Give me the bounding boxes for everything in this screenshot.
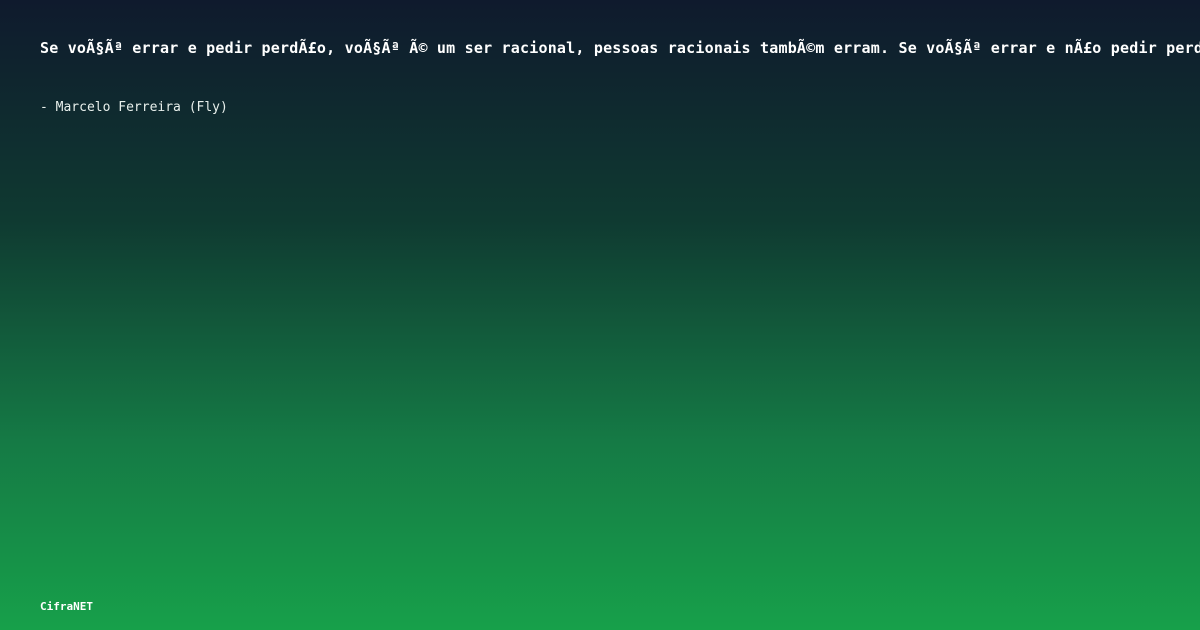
quote-text: Se voÃ§Ãª errar e pedir perdÃ£o, voÃ§Ãª … bbox=[40, 39, 1200, 57]
quote-card: Se voÃ§Ãª errar e pedir perdÃ£o, voÃ§Ãª … bbox=[0, 0, 1200, 630]
brand-name: CifraNET bbox=[40, 600, 93, 613]
quote-author: - Marcelo Ferreira (Fly) bbox=[40, 100, 228, 115]
